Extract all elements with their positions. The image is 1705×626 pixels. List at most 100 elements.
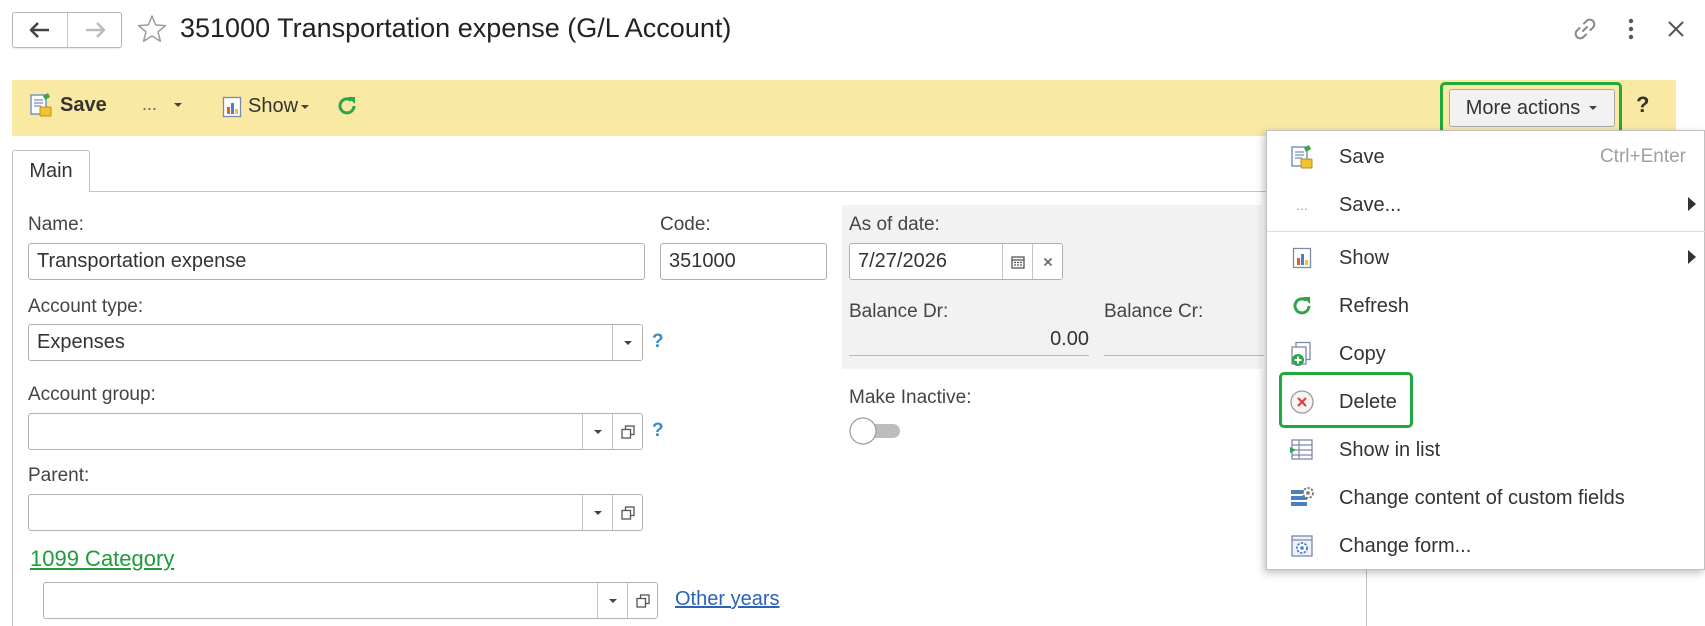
account-group-value	[29, 414, 582, 449]
form-border-left	[12, 191, 13, 626]
menu-item-label: Show in list	[1339, 438, 1441, 461]
clear-icon	[1043, 257, 1052, 266]
menu-separator	[1267, 231, 1705, 232]
category-1099-value	[44, 583, 597, 618]
as-of-date-field[interactable]: 7/27/2026	[849, 243, 1063, 280]
chevron-down-icon	[593, 429, 602, 434]
balance-dr-label: Balance Dr:	[849, 301, 949, 322]
account-type-value: Expenses	[37, 331, 125, 353]
delete-highlight	[1279, 372, 1413, 428]
balance-dr-underline	[849, 355, 1089, 356]
account-group-select[interactable]	[28, 413, 643, 450]
chevron-down-icon	[623, 340, 632, 345]
menu-item-copy[interactable]: Copy	[1267, 331, 1705, 377]
code-field[interactable]: 351000	[660, 243, 827, 280]
list-icon	[1289, 437, 1315, 463]
close-button[interactable]	[1661, 14, 1691, 44]
calendar-button[interactable]	[1002, 244, 1032, 279]
menu-item-change-custom-fields[interactable]: Change content of custom fields	[1267, 475, 1705, 521]
submenu-arrow-icon	[1688, 250, 1696, 264]
dots-icon: ...	[1296, 197, 1308, 213]
menu-item-shortcut: Ctrl+Enter	[1599, 146, 1686, 167]
menu-item-show[interactable]: Show	[1267, 235, 1705, 281]
more-options-button[interactable]	[1616, 14, 1646, 44]
menu-item-label: Show	[1339, 246, 1390, 269]
toolbar-dots-label: ...	[142, 94, 158, 114]
menu-item-label: Refresh	[1339, 294, 1410, 317]
menu-item-label: Change form...	[1339, 534, 1472, 557]
link-icon	[1574, 18, 1596, 40]
category-1099-select[interactable]	[43, 582, 658, 619]
toolbar-save-label: Save	[60, 93, 107, 116]
code-label: Code:	[660, 214, 711, 235]
menu-item-label: Copy	[1339, 342, 1386, 365]
account-type-help[interactable]: ?	[652, 331, 664, 353]
account-type-label: Account type:	[28, 296, 144, 317]
as-of-date-label: As of date:	[849, 214, 940, 235]
menu-item-save-as[interactable]: ... Save...	[1267, 182, 1705, 228]
toggle-switch-icon	[849, 417, 900, 445]
toolbar-save-button[interactable]: Save	[28, 92, 107, 118]
menu-item-save[interactable]: Save Ctrl+Enter	[1267, 134, 1705, 180]
balance-cr-label: Balance Cr:	[1104, 301, 1204, 322]
parent-open-button[interactable]	[612, 495, 642, 530]
category-1099-link[interactable]: 1099 Category	[30, 546, 174, 572]
chevron-down-icon	[1589, 106, 1598, 110]
menu-item-label: Save	[1339, 145, 1385, 168]
chevron-down-icon	[174, 102, 183, 107]
menu-item-label: Change content of custom fields	[1339, 486, 1625, 509]
parent-value	[29, 495, 582, 530]
category-1099-dropdown-button[interactable]	[597, 583, 627, 618]
page-title: 351000 Transportation expense (G/L Accou…	[180, 13, 732, 43]
parent-label: Parent:	[28, 465, 90, 486]
make-inactive-label: Make Inactive:	[849, 387, 972, 408]
more-actions-label: More actions	[1465, 96, 1581, 119]
toolbar-show-button[interactable]: Show	[222, 95, 310, 118]
link-button[interactable]	[1570, 14, 1600, 44]
report-icon	[1289, 245, 1315, 271]
name-label: Name:	[28, 214, 84, 235]
chevron-down-icon	[593, 510, 602, 515]
forward-button[interactable]	[67, 13, 121, 47]
account-group-help[interactable]: ?	[652, 420, 664, 442]
parent-select[interactable]	[28, 494, 643, 531]
submenu-arrow-icon	[1688, 197, 1696, 211]
save-icon	[30, 93, 52, 117]
account-group-open-button[interactable]	[612, 414, 642, 449]
help-button[interactable]: ?	[1636, 92, 1649, 118]
more-actions-button[interactable]: More actions	[1449, 89, 1615, 127]
menu-item-show-in-list[interactable]: Show in list	[1267, 427, 1705, 473]
toolbar-show-label: Show	[248, 95, 299, 117]
save-icon	[1289, 144, 1315, 170]
category-1099-open-button[interactable]	[627, 583, 657, 618]
calendar-icon	[1010, 255, 1025, 269]
menu-item-change-form[interactable]: Change form...	[1267, 523, 1705, 569]
back-button[interactable]	[13, 13, 67, 47]
open-window-icon	[620, 424, 635, 439]
as-of-date-value: 7/27/2026	[858, 250, 947, 272]
make-inactive-toggle[interactable]	[848, 416, 904, 446]
custom-fields-icon	[1289, 485, 1315, 511]
favorite-star-button[interactable]	[136, 13, 168, 45]
open-window-icon	[635, 593, 650, 608]
tab-main[interactable]: Main	[12, 150, 90, 192]
name-value: Transportation expense	[37, 250, 247, 272]
more-actions-menu: Save Ctrl+Enter ... Save... Show Refresh…	[1266, 130, 1705, 570]
more-vertical-icon	[1628, 18, 1634, 40]
refresh-icon	[338, 97, 356, 115]
account-group-dropdown-button[interactable]	[582, 414, 612, 449]
tab-divider	[90, 191, 1367, 192]
account-type-select[interactable]: Expenses	[28, 324, 643, 361]
chevron-down-icon	[608, 598, 617, 603]
toolbar-refresh-button[interactable]	[336, 95, 358, 117]
account-type-dropdown-button[interactable]	[612, 325, 642, 360]
toolbar-more-dropdown[interactable]: ...	[142, 94, 183, 115]
menu-item-refresh[interactable]: Refresh	[1267, 283, 1705, 329]
name-field[interactable]: Transportation expense	[28, 243, 645, 280]
parent-dropdown-button[interactable]	[582, 495, 612, 530]
close-icon	[1668, 21, 1684, 37]
other-years-link[interactable]: Other years	[675, 588, 779, 611]
clear-date-button[interactable]	[1032, 244, 1062, 279]
open-window-icon	[620, 505, 635, 520]
forward-arrow-icon	[85, 22, 105, 38]
